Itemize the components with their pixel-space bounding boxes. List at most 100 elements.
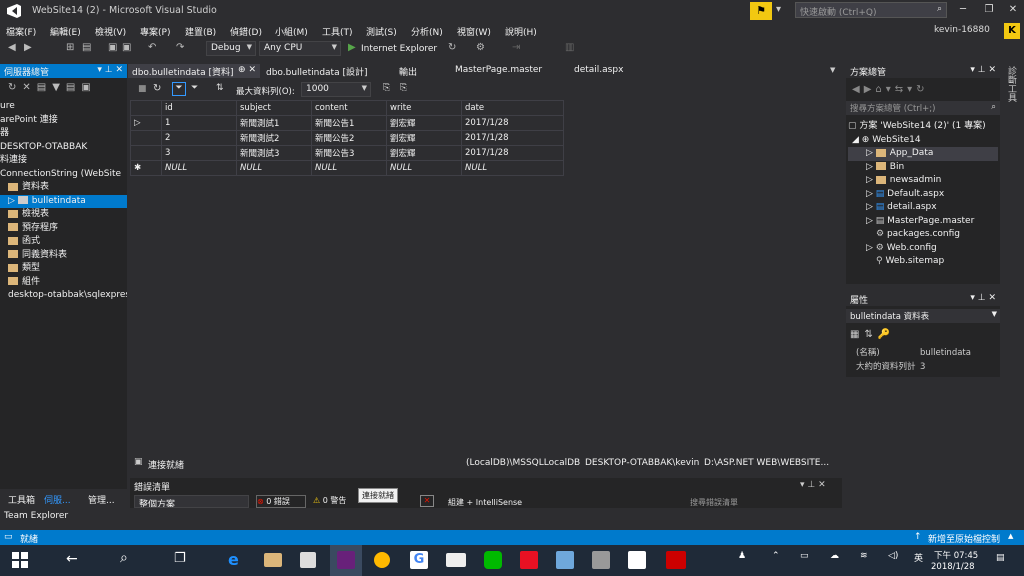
table-row[interactable]: 3 新聞測試3 新聞公告3 劉宏輝 2017/1/28 xyxy=(130,145,564,161)
grid-cell[interactable]: NULL xyxy=(461,160,564,176)
column-header-date[interactable]: date xyxy=(461,100,564,116)
build-filter-dropdown[interactable]: 組建 + IntelliSense xyxy=(448,497,558,508)
clock-date[interactable]: 2018/1/28 xyxy=(931,562,975,572)
close-icon[interactable]: ⊕ ✕ xyxy=(238,65,256,75)
save-all-icon[interactable]: ▣ xyxy=(122,42,131,53)
tab-bulletindata-data[interactable]: dbo.bulletindata [資料] ⊕ ✕ xyxy=(128,64,260,78)
refresh-icon[interactable]: ↻ xyxy=(448,42,456,53)
user-name[interactable]: kevin-16880 xyxy=(934,25,990,35)
property-row[interactable]: (名稱) bulletindata xyxy=(856,346,996,360)
visual-studio-icon[interactable] xyxy=(337,551,355,569)
new-project-icon[interactable]: ⊞ xyxy=(66,42,74,53)
redo-icon[interactable]: ↷ xyxy=(176,42,184,53)
menu-tools[interactable]: 工具(T) xyxy=(322,25,353,38)
undo-icon[interactable]: ↶ xyxy=(148,42,156,53)
tree-item-procs[interactable]: 預存程序 xyxy=(0,222,127,236)
tree-item-default-aspx[interactable]: ▷ ▤ Default.aspx xyxy=(848,188,998,202)
max-rows-dropdown[interactable]: 1000 ▼ xyxy=(301,82,371,97)
upload-icon[interactable]: ↑ xyxy=(914,532,922,542)
table-row[interactable]: 2 新聞測試2 新聞公告2 劉宏輝 2017/1/28 xyxy=(130,130,564,146)
solution-explorer-toolbar[interactable]: ◀▶⌂▾⇆▾↻ xyxy=(852,84,929,95)
tree-item[interactable]: 料連接 xyxy=(0,154,127,168)
platform-dropdown[interactable]: Any CPU ▼ xyxy=(259,41,341,56)
tree-item[interactable]: DESKTOP-OTABBAK xyxy=(0,141,127,155)
menu-team[interactable]: 小組(M) xyxy=(275,25,308,38)
step-icon[interactable]: ⇥ xyxy=(512,42,520,53)
properties-toolbar[interactable]: ▦⇅🔑 xyxy=(850,329,895,340)
panel-controls-icon[interactable]: ▾ ⊥ ✕ xyxy=(800,480,826,490)
stop-icon[interactable]: ■ xyxy=(138,84,147,94)
grid-cell[interactable]: NULL xyxy=(311,160,387,176)
tab-detail[interactable]: detail.aspx xyxy=(570,64,627,78)
app-icon[interactable] xyxy=(666,551,686,569)
import-icon[interactable]: ⎘ xyxy=(400,83,407,93)
mail-icon[interactable] xyxy=(446,553,466,567)
minimize-button[interactable]: ─ xyxy=(950,2,976,18)
menu-debug[interactable]: 偵錯(D) xyxy=(230,25,262,38)
app-icon[interactable] xyxy=(592,551,610,569)
tree-item-assemblies[interactable]: 組件 xyxy=(0,276,127,290)
server-explorer-toolbar[interactable]: ↻✕▤▼▤▣ xyxy=(8,82,97,93)
grid-cell[interactable]: 2017/1/28 xyxy=(461,115,564,131)
grid-cell[interactable]: 新聞測試3 xyxy=(236,145,312,161)
app-icon[interactable] xyxy=(556,551,574,569)
forward-icon[interactable]: ▶ xyxy=(24,42,32,53)
tab-output[interactable]: 輸出 xyxy=(395,64,421,78)
tree-item-tables[interactable]: 資料表 xyxy=(0,181,127,195)
filter-clear-icon[interactable]: ⏷ xyxy=(191,83,198,93)
tree-item[interactable]: ure xyxy=(0,100,127,114)
column-header-id[interactable]: id xyxy=(161,100,237,116)
back-arrow-icon[interactable]: ← xyxy=(66,551,78,567)
diagnostic-tools-tab[interactable]: 診斷工具 xyxy=(1004,66,1018,102)
row-selector-icon[interactable]: ▷ xyxy=(130,115,162,131)
config-dropdown[interactable]: Debug ▼ xyxy=(206,41,256,56)
battery-icon[interactable]: ▭ xyxy=(800,551,809,561)
tab-overflow-icon[interactable]: ▼ xyxy=(830,66,835,74)
app-icon[interactable] xyxy=(520,551,538,569)
grid-cell[interactable]: NULL xyxy=(236,160,312,176)
project-node[interactable]: ◢ ⊕ WebSite14 xyxy=(848,134,998,148)
file-explorer-icon[interactable] xyxy=(264,553,282,567)
quick-launch-input[interactable]: 快速啟動 (Ctrl+Q) ⌕ xyxy=(795,2,947,18)
notification-icon[interactable]: ▤ xyxy=(996,553,1005,563)
refresh-icon[interactable]: ↻ xyxy=(153,83,161,94)
error-search-input[interactable]: 搜尋錯誤清單 xyxy=(690,497,830,508)
chevron-up-icon[interactable]: ⌃ xyxy=(772,551,780,561)
tree-item-functions[interactable]: 函式 xyxy=(0,235,127,249)
panel-controls-icon[interactable]: ▾ ⊥ ✕ xyxy=(97,65,123,75)
new-row[interactable]: ✱ NULL NULL NULL NULL NULL xyxy=(130,160,564,176)
ime-indicator[interactable]: 英 xyxy=(914,551,923,564)
row-selector[interactable] xyxy=(130,130,162,146)
errors-filter-button[interactable]: ⊗ 0 錯誤 xyxy=(256,495,306,508)
feedback-flag-icon[interactable]: ⚑ xyxy=(750,2,772,20)
tree-item-app-data[interactable]: ▷ App_Data xyxy=(848,147,998,161)
grid-cell[interactable]: 2017/1/28 xyxy=(461,145,564,161)
grid-cell[interactable]: 劉宏輝 xyxy=(386,115,462,131)
source-control-button[interactable]: 新增至原始檔控制 xyxy=(928,532,1000,545)
grid-cell[interactable]: 劉宏輝 xyxy=(386,130,462,146)
grid-cell[interactable]: 3 xyxy=(161,145,237,161)
menu-help[interactable]: 說明(H) xyxy=(505,25,537,38)
grid-cell[interactable]: 新聞公告2 xyxy=(311,130,387,146)
line-icon[interactable] xyxy=(484,551,502,569)
tab-server-explorer[interactable]: 伺服... xyxy=(44,493,71,506)
property-row[interactable]: 大約的資料列計 3 xyxy=(856,360,996,374)
tree-item-types[interactable]: 類型 xyxy=(0,262,127,276)
tree-item-synonyms[interactable]: 同義資料表 xyxy=(0,249,127,263)
menu-analyze[interactable]: 分析(N) xyxy=(411,25,443,38)
app-icon[interactable] xyxy=(628,551,646,569)
scope-dropdown[interactable]: 整個方案 xyxy=(134,495,249,508)
tab-bulletindata-design[interactable]: dbo.bulletindata [設計] xyxy=(262,64,371,78)
tree-item-packages-config[interactable]: ⚙ packages.config xyxy=(848,228,998,242)
wifi-icon[interactable]: ≋ xyxy=(860,551,868,561)
menu-build[interactable]: 建置(B) xyxy=(185,25,216,38)
run-target[interactable]: Internet Explorer xyxy=(361,44,437,54)
warnings-filter-button[interactable]: ⚠ 0 警告 xyxy=(313,495,346,508)
comment-icon[interactable]: ▥ xyxy=(565,42,574,53)
tab-masterpage[interactable]: MasterPage.master xyxy=(451,64,546,78)
tab-manage[interactable]: 管理... xyxy=(88,493,115,506)
grid-cell[interactable]: 新聞測試2 xyxy=(236,130,312,146)
grid-cell[interactable]: NULL xyxy=(161,160,237,176)
tree-item[interactable]: ConnectionString (WebSite xyxy=(0,168,127,182)
tree-item-bulletindata[interactable]: ▷ bulletindata xyxy=(0,194,127,208)
